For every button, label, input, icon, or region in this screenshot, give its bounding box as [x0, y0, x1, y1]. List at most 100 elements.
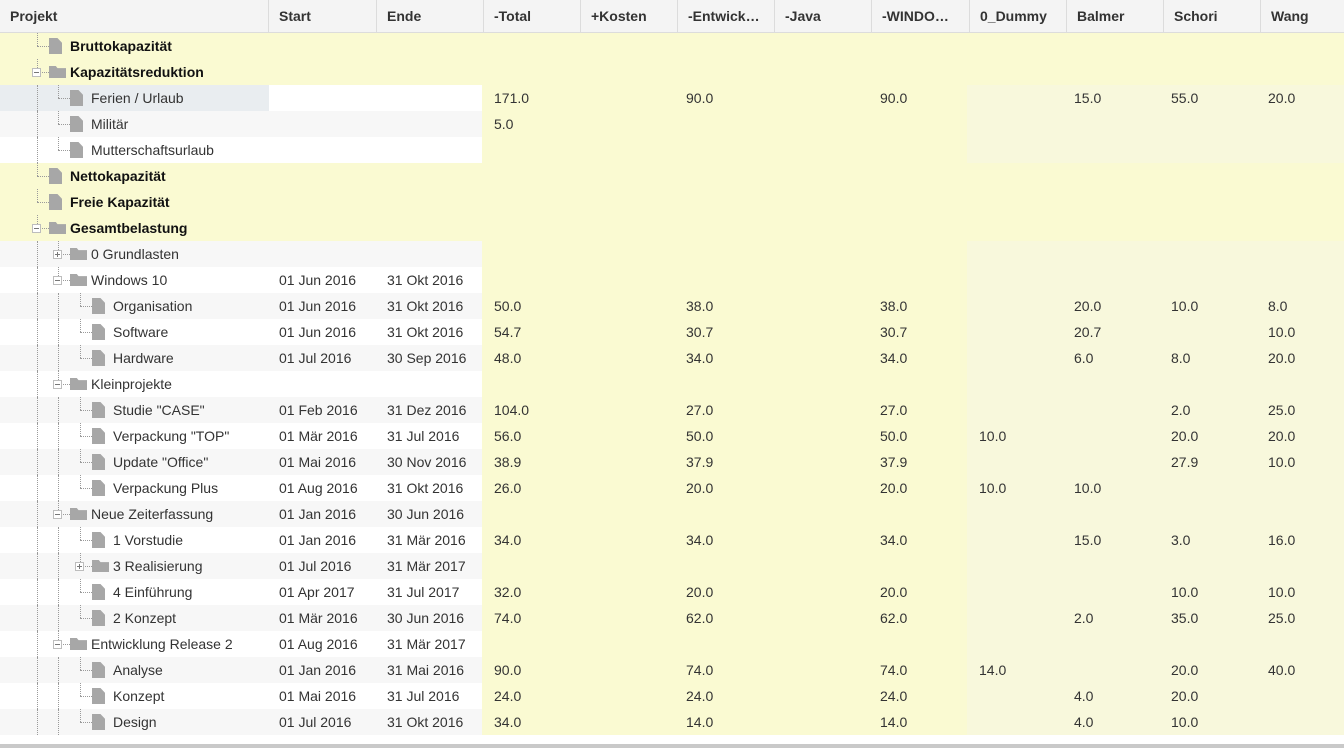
- cell-windows[interactable]: 24.0: [870, 683, 967, 709]
- cell-end[interactable]: 31 Mär 2017: [377, 631, 482, 657]
- table-row[interactable]: Hardware 01 Jul 2016 30 Sep 2016 48.0 34.0 34…: [0, 345, 1344, 371]
- cell-entwicklung[interactable]: [676, 241, 773, 267]
- cell-schori[interactable]: [1161, 241, 1258, 267]
- cell-windows[interactable]: 38.0: [870, 293, 967, 319]
- cell-wang[interactable]: [1258, 631, 1344, 657]
- cell-kosten[interactable]: [579, 579, 676, 605]
- cell-windows[interactable]: [870, 33, 967, 59]
- table-row[interactable]: Mutterschaftsurlaub: [0, 137, 1344, 163]
- cell-total[interactable]: 34.0: [482, 709, 579, 735]
- cell-dummy[interactable]: [967, 241, 1064, 267]
- table-row[interactable]: 2 Konzept 01 Mär 2016 30 Jun 2016 74.0 62.0 6…: [0, 605, 1344, 631]
- cell-kosten[interactable]: [579, 267, 676, 293]
- cell-dummy[interactable]: [967, 449, 1064, 475]
- cell-entwicklung[interactable]: 50.0: [676, 423, 773, 449]
- cell-schori[interactable]: [1161, 215, 1258, 241]
- cell-end[interactable]: 31 Jul 2016: [377, 423, 482, 449]
- table-row[interactable]: Bruttokapazität: [0, 33, 1344, 59]
- cell-schori[interactable]: 10.0: [1161, 293, 1258, 319]
- collapse-toggle-icon[interactable]: [53, 640, 62, 649]
- cell-entwicklung[interactable]: 74.0: [676, 657, 773, 683]
- cell-total[interactable]: [482, 33, 579, 59]
- cell-dummy[interactable]: [967, 683, 1064, 709]
- cell-total[interactable]: [482, 59, 579, 85]
- cell-end[interactable]: [377, 371, 482, 397]
- cell-projekt[interactable]: Kleinprojekte: [0, 371, 269, 397]
- cell-dummy[interactable]: [967, 267, 1064, 293]
- cell-wang[interactable]: [1258, 267, 1344, 293]
- cell-dummy[interactable]: [967, 605, 1064, 631]
- table-row[interactable]: Militär 5.0: [0, 111, 1344, 137]
- cell-start[interactable]: 01 Jul 2016: [269, 553, 377, 579]
- cell-end[interactable]: [377, 189, 482, 215]
- cell-dummy[interactable]: 10.0: [967, 423, 1064, 449]
- column-header-total[interactable]: -Total: [484, 0, 581, 33]
- cell-kosten[interactable]: [579, 553, 676, 579]
- cell-projekt[interactable]: Analyse: [0, 657, 269, 683]
- cell-balmer[interactable]: [1064, 215, 1161, 241]
- cell-kosten[interactable]: [579, 189, 676, 215]
- cell-balmer[interactable]: [1064, 163, 1161, 189]
- cell-projekt[interactable]: Militär: [0, 111, 269, 137]
- table-row[interactable]: Software 01 Jun 2016 31 Okt 2016 54.7 30.7 30…: [0, 319, 1344, 345]
- cell-entwicklung[interactable]: [676, 553, 773, 579]
- column-header-kosten[interactable]: +Kosten: [581, 0, 678, 33]
- cell-schori[interactable]: 55.0: [1161, 85, 1258, 111]
- cell-balmer[interactable]: [1064, 397, 1161, 423]
- table-row[interactable]: Update "Office" 01 Mai 2016 30 Nov 2016 38.…: [0, 449, 1344, 475]
- cell-total[interactable]: 5.0: [482, 111, 579, 137]
- cell-start[interactable]: [269, 371, 377, 397]
- cell-schori[interactable]: [1161, 189, 1258, 215]
- cell-entwicklung[interactable]: [676, 163, 773, 189]
- cell-total[interactable]: 26.0: [482, 475, 579, 501]
- cell-dummy[interactable]: [967, 371, 1064, 397]
- column-header-balmer[interactable]: Balmer: [1067, 0, 1164, 33]
- cell-dummy[interactable]: [967, 501, 1064, 527]
- cell-java[interactable]: [773, 631, 870, 657]
- cell-kosten[interactable]: [579, 371, 676, 397]
- cell-end[interactable]: [377, 111, 482, 137]
- cell-start[interactable]: 01 Jun 2016: [269, 267, 377, 293]
- cell-entwicklung[interactable]: [676, 33, 773, 59]
- cell-end[interactable]: 30 Nov 2016: [377, 449, 482, 475]
- cell-schori[interactable]: 27.9: [1161, 449, 1258, 475]
- cell-kosten[interactable]: [579, 33, 676, 59]
- cell-balmer[interactable]: [1064, 631, 1161, 657]
- collapse-toggle-icon[interactable]: [32, 68, 41, 77]
- cell-java[interactable]: [773, 59, 870, 85]
- cell-entwicklung[interactable]: 37.9: [676, 449, 773, 475]
- cell-schori[interactable]: [1161, 475, 1258, 501]
- cell-wang[interactable]: 25.0: [1258, 605, 1344, 631]
- cell-java[interactable]: [773, 605, 870, 631]
- cell-java[interactable]: [773, 33, 870, 59]
- cell-end[interactable]: 31 Okt 2016: [377, 709, 482, 735]
- cell-kosten[interactable]: [579, 423, 676, 449]
- cell-end[interactable]: [377, 241, 482, 267]
- cell-total[interactable]: [482, 501, 579, 527]
- column-header-java[interactable]: -Java: [775, 0, 872, 33]
- cell-end[interactable]: 31 Jul 2016: [377, 683, 482, 709]
- cell-schori[interactable]: [1161, 553, 1258, 579]
- cell-entwicklung[interactable]: [676, 267, 773, 293]
- cell-entwicklung[interactable]: 27.0: [676, 397, 773, 423]
- cell-java[interactable]: [773, 449, 870, 475]
- cell-end[interactable]: 31 Okt 2016: [377, 319, 482, 345]
- cell-start[interactable]: 01 Mai 2016: [269, 449, 377, 475]
- cell-windows[interactable]: [870, 371, 967, 397]
- cell-start[interactable]: 01 Jun 2016: [269, 319, 377, 345]
- cell-windows[interactable]: 20.0: [870, 475, 967, 501]
- cell-total[interactable]: 90.0: [482, 657, 579, 683]
- cell-java[interactable]: [773, 293, 870, 319]
- cell-kosten[interactable]: [579, 319, 676, 345]
- cell-total[interactable]: 74.0: [482, 605, 579, 631]
- cell-total[interactable]: 104.0: [482, 397, 579, 423]
- cell-end[interactable]: 31 Mär 2017: [377, 553, 482, 579]
- column-header-projekt[interactable]: Projekt: [0, 0, 269, 33]
- cell-total[interactable]: [482, 241, 579, 267]
- cell-projekt[interactable]: Mutterschaftsurlaub: [0, 137, 269, 163]
- cell-start[interactable]: [269, 59, 377, 85]
- cell-balmer[interactable]: [1064, 137, 1161, 163]
- cell-java[interactable]: [773, 137, 870, 163]
- expand-toggle-icon[interactable]: [53, 250, 62, 259]
- cell-entwicklung[interactable]: 90.0: [676, 85, 773, 111]
